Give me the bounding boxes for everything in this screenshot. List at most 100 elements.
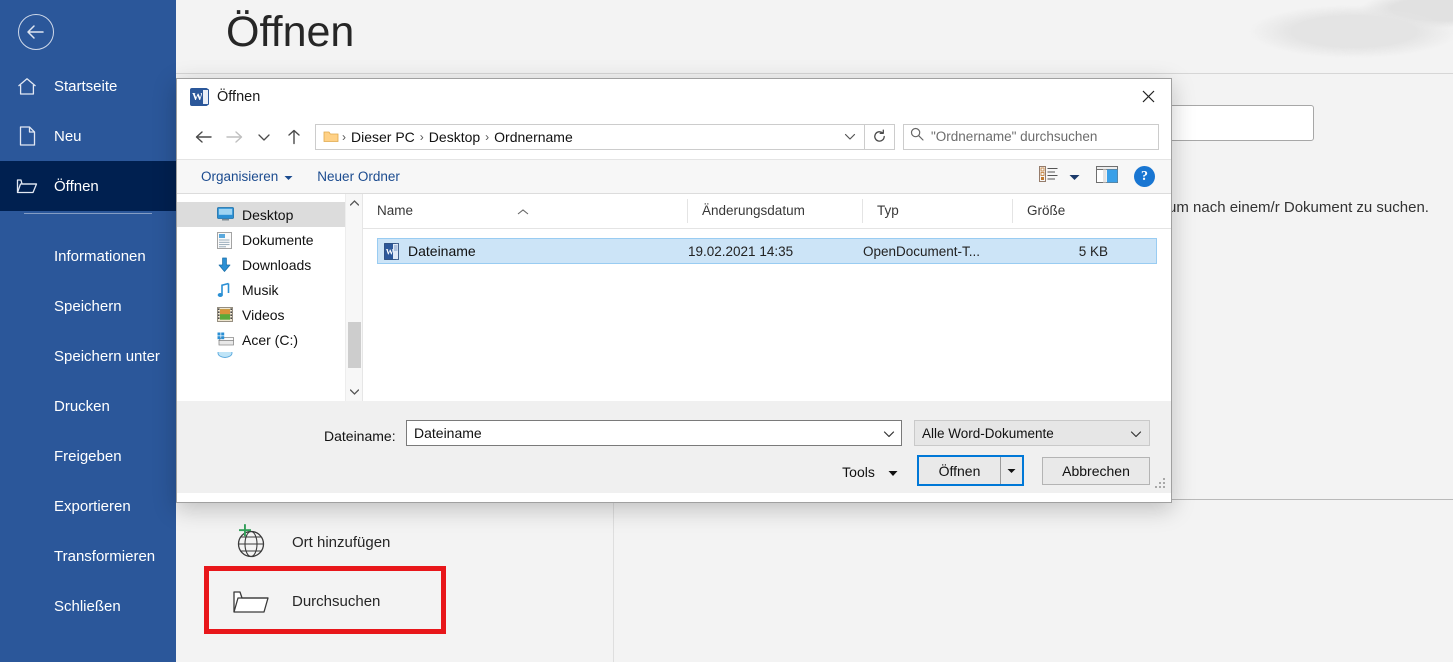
navigation-pane: Desktop Dokumente Downloads Musik Videos… bbox=[177, 194, 363, 401]
filename-input[interactable]: Dateiname bbox=[406, 420, 902, 446]
sidebar-item-speichern[interactable]: Speichern bbox=[0, 281, 176, 331]
close-icon[interactable] bbox=[1125, 79, 1171, 113]
sidebar-divider bbox=[24, 213, 152, 214]
open-file-dialog: W Öffnen › Dieser PC › Desktop › Ordnern… bbox=[176, 78, 1172, 503]
dialog-body: Desktop Dokumente Downloads Musik Videos… bbox=[177, 194, 1171, 401]
breadcrumb-item-1[interactable]: Desktop bbox=[425, 129, 484, 145]
nav-tree-item-musik[interactable]: Musik bbox=[177, 277, 362, 302]
sidebar-item-freigeben[interactable]: Freigeben bbox=[0, 431, 176, 481]
sidebar-item-offnen[interactable]: Öffnen bbox=[0, 161, 176, 211]
file-name-label: Dateiname bbox=[408, 243, 476, 259]
places-column-divider bbox=[613, 500, 614, 662]
chevron-down-icon bbox=[888, 464, 898, 480]
place-add-location[interactable]: Ort hinzufügen bbox=[226, 522, 390, 562]
word-icon: W bbox=[190, 87, 209, 106]
resize-grip[interactable] bbox=[1155, 478, 1166, 489]
sidebar-item-informationen[interactable]: Informationen bbox=[0, 231, 176, 281]
chevron-down-icon[interactable] bbox=[883, 425, 895, 441]
svg-text:W: W bbox=[386, 247, 394, 256]
dialog-footer: Dateiname: Dateiname Alle Word-Dokumente… bbox=[177, 401, 1171, 493]
navpane-scrollbar[interactable] bbox=[345, 194, 362, 401]
tools-label: Tools bbox=[842, 463, 875, 480]
sidebar-item-transformieren[interactable]: Transformieren bbox=[0, 531, 176, 581]
back-arrow-icon[interactable] bbox=[189, 122, 219, 152]
help-icon[interactable]: ? bbox=[1134, 166, 1155, 187]
network-icon bbox=[217, 352, 234, 360]
sidebar-item-startseite[interactable]: Startseite bbox=[0, 61, 176, 111]
new-folder-label: Neuer Ordner bbox=[317, 168, 400, 184]
address-bar[interactable]: › Dieser PC › Desktop › Ordnername bbox=[315, 123, 865, 150]
search-input[interactable]: "Ordnername" durchsuchen bbox=[931, 129, 1097, 144]
back-button[interactable] bbox=[18, 14, 54, 50]
folder-icon bbox=[323, 130, 339, 143]
backstage-search-box[interactable] bbox=[1168, 105, 1314, 141]
sidebar-item-schliessen[interactable]: Schließen bbox=[0, 581, 176, 631]
sidebar-item-neu[interactable]: Neu bbox=[0, 111, 176, 161]
tools-button[interactable]: Tools bbox=[827, 458, 913, 485]
nav-tree-label: Acer (C:) bbox=[242, 331, 298, 348]
breadcrumb-item-0[interactable]: Dieser PC bbox=[347, 129, 419, 145]
sidebar-item-speichern-unter[interactable]: Speichern unter bbox=[0, 331, 176, 381]
view-options-button[interactable] bbox=[1039, 166, 1080, 187]
nav-tree-item-desktop[interactable]: Desktop bbox=[177, 202, 362, 227]
new-folder-button[interactable]: Neuer Ordner bbox=[305, 164, 412, 190]
view-chevron-down-icon[interactable] bbox=[1069, 168, 1080, 186]
sidebar-item-label: Öffnen bbox=[54, 177, 99, 195]
music-icon bbox=[217, 282, 234, 298]
recent-locations-chevron-down-icon[interactable] bbox=[249, 122, 279, 152]
refresh-icon[interactable] bbox=[865, 123, 895, 150]
nav-tree-item-acer-c[interactable]: Acer (C:) bbox=[177, 327, 362, 352]
sidebar-item-label: Speichern unter bbox=[54, 347, 160, 365]
sidebar-item-exportieren[interactable]: Exportieren bbox=[0, 481, 176, 531]
place-label: Ort hinzufügen bbox=[292, 533, 391, 551]
nav-tree-label: Videos bbox=[242, 306, 285, 323]
sidebar-item-label: Transformieren bbox=[54, 547, 156, 565]
column-header-modified[interactable]: Änderungsdatum bbox=[688, 199, 863, 223]
cancel-button[interactable]: Abbrechen bbox=[1042, 457, 1150, 485]
sidebar-item-label: Exportieren bbox=[54, 497, 131, 515]
downloads-icon bbox=[217, 257, 234, 273]
filename-value: Dateiname bbox=[414, 425, 482, 441]
nav-tree-item-partial[interactable] bbox=[177, 352, 362, 360]
open-split-chevron-down-icon[interactable] bbox=[1000, 457, 1022, 484]
open-button[interactable]: Öffnen bbox=[917, 455, 1024, 486]
sidebar-item-label: Speichern bbox=[54, 297, 122, 315]
nav-tree-item-dokumente[interactable]: Dokumente bbox=[177, 227, 362, 252]
column-header-size[interactable]: Größe bbox=[1013, 199, 1153, 223]
scroll-down-arrow[interactable] bbox=[346, 383, 362, 401]
column-header-name[interactable]: Name bbox=[363, 199, 688, 223]
address-chevron-down-icon[interactable] bbox=[840, 132, 860, 141]
file-name-cell[interactable]: W Dateiname bbox=[378, 242, 688, 260]
column-label: Name bbox=[377, 203, 414, 218]
desktop-icon bbox=[217, 206, 234, 223]
open-label: Öffnen bbox=[938, 462, 981, 479]
sort-ascending-icon bbox=[517, 201, 529, 225]
nav-tree-label: Desktop bbox=[242, 206, 294, 223]
add-place-globe-icon bbox=[226, 522, 274, 562]
header-divider bbox=[176, 73, 1453, 74]
filter-value: Alle Word-Dokumente bbox=[922, 425, 1054, 441]
forward-arrow-icon bbox=[219, 122, 249, 152]
backstage-sidebar: Startseite Neu Öffnen Informationen Spei… bbox=[0, 0, 176, 662]
chevron-down-icon[interactable] bbox=[1130, 426, 1142, 441]
search-box[interactable]: "Ordnername" durchsuchen bbox=[903, 123, 1159, 150]
decorative-graphic bbox=[1123, 0, 1453, 90]
file-size-cell: 5 KB bbox=[1078, 243, 1108, 259]
scroll-up-arrow[interactable] bbox=[346, 194, 362, 212]
column-header-type[interactable]: Typ bbox=[863, 199, 1013, 223]
preview-pane-button[interactable] bbox=[1096, 165, 1118, 188]
nav-tree-label: Dokumente bbox=[242, 231, 314, 248]
nav-tree-label: Downloads bbox=[242, 256, 312, 273]
sidebar-item-drucken[interactable]: Drucken bbox=[0, 381, 176, 431]
sidebar-item-label: Schließen bbox=[54, 597, 121, 615]
table-row[interactable]: W Dateiname 19.02.2021 14:35 OpenDocumen… bbox=[377, 238, 1157, 264]
nav-tree-item-downloads[interactable]: Downloads bbox=[177, 252, 362, 277]
file-type-filter-select[interactable]: Alle Word-Dokumente bbox=[914, 420, 1150, 446]
organize-button[interactable]: Organisieren bbox=[189, 164, 305, 190]
file-modified-cell: 19.02.2021 14:35 bbox=[688, 243, 794, 259]
nav-tree-item-videos[interactable]: Videos bbox=[177, 302, 362, 327]
scrollbar-thumb[interactable] bbox=[348, 322, 361, 368]
up-arrow-icon[interactable] bbox=[279, 122, 309, 152]
home-icon bbox=[0, 77, 54, 96]
breadcrumb-item-2[interactable]: Ordnername bbox=[490, 129, 577, 145]
